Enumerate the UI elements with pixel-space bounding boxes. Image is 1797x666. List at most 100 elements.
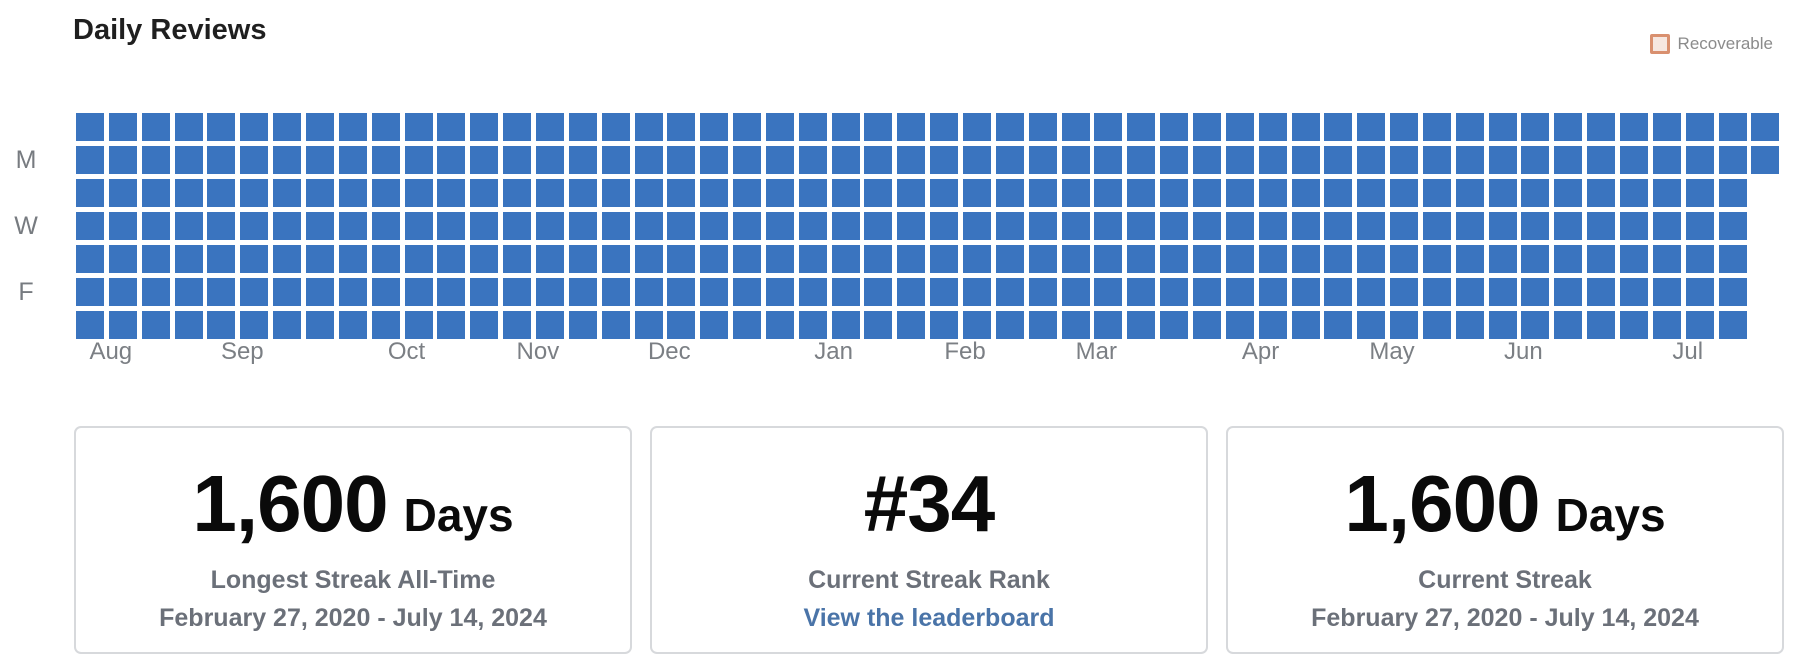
heatmap-day-cell (1061, 311, 1090, 339)
heatmap-day-cell (1225, 113, 1254, 141)
heatmap-day-cell (306, 245, 334, 273)
heatmap-day-cell (108, 146, 137, 174)
heatmap-day-cell (174, 278, 203, 306)
heatmap-day-cell (174, 311, 203, 339)
heatmap-day-cell (306, 179, 334, 207)
heatmap-day-cell (1324, 146, 1353, 174)
heatmap-day-cell (174, 113, 203, 141)
heatmap-day-cell (108, 212, 137, 240)
heatmap-day-cell (765, 278, 794, 306)
heatmap-day-cell (1160, 179, 1188, 207)
heatmap-day-cell (864, 113, 893, 141)
heatmap-day-cell (306, 311, 334, 339)
heatmap-day-cell (1685, 311, 1714, 339)
heatmap-day-cell (700, 212, 729, 240)
heatmap-day-cell (864, 179, 893, 207)
heatmap-day-cell (76, 245, 104, 273)
heatmap-day-cell (108, 113, 137, 141)
heatmap-day-cell (1751, 146, 1780, 174)
heatmap-day-cell (273, 311, 302, 339)
heatmap-day-cell (700, 245, 729, 273)
heatmap-day-cell (207, 245, 236, 273)
heatmap-day-cell (273, 212, 302, 240)
heatmap-day-cell (1455, 113, 1484, 141)
heatmap-day-cell (273, 113, 302, 141)
heatmap-day-cell (733, 179, 761, 207)
heatmap-day-cell (1455, 278, 1484, 306)
heatmap-day-cell (207, 278, 236, 306)
heatmap-day-cell (963, 311, 991, 339)
heatmap-day-cell (503, 212, 532, 240)
heatmap-day-cell (1718, 311, 1747, 339)
heatmap-day-cell (1192, 212, 1221, 240)
heatmap-day-cell (733, 113, 761, 141)
view-leaderboard-link[interactable]: View the leaderboard (652, 604, 1206, 633)
heatmap-day-cell (897, 212, 926, 240)
heatmap-day-cell (273, 278, 302, 306)
heatmap-day-cell (273, 146, 302, 174)
heatmap-day-cell (108, 278, 137, 306)
heatmap-day-cell (1192, 311, 1221, 339)
heatmap-day-cell (76, 113, 104, 141)
heatmap-day-cell (568, 179, 597, 207)
heatmap-day-cell (798, 245, 827, 273)
heatmap-day-cell (1554, 212, 1583, 240)
heatmap-day-cell (1160, 113, 1188, 141)
heatmap-day-cell (1652, 278, 1681, 306)
heatmap-day-cell (733, 278, 761, 306)
heatmap-day-cell (601, 311, 630, 339)
heatmap-day-cell (1390, 212, 1418, 240)
heatmap-day-cell (240, 278, 269, 306)
heatmap-day-cell (1225, 146, 1254, 174)
heatmap-day-cell (1291, 245, 1320, 273)
heatmap-day-cell (667, 212, 696, 240)
heatmap-day-cell (338, 311, 367, 339)
heatmap-day-cell (1094, 245, 1123, 273)
heatmap-day-cell (1028, 113, 1057, 141)
heatmap-day-cell (1620, 179, 1648, 207)
heatmap-day-cell (338, 245, 367, 273)
heatmap-day-cell (76, 311, 104, 339)
heatmap-day-cell (634, 278, 663, 306)
heatmap-day-cell (240, 212, 269, 240)
heatmap-day-cell (404, 212, 433, 240)
heatmap-day-cell (1718, 146, 1747, 174)
heatmap-day-cell (864, 278, 893, 306)
heatmap-day-cell (995, 278, 1024, 306)
heatmap-day-cell (963, 245, 991, 273)
heatmap-day-cell (141, 245, 170, 273)
heatmap-day-cell (108, 179, 137, 207)
heatmap-day-cell (1225, 311, 1254, 339)
heatmap-day-cell (864, 245, 893, 273)
heatmap-day-cell (306, 278, 334, 306)
heatmap-day-cell (1718, 212, 1747, 240)
heatmap-day-cell (1225, 179, 1254, 207)
heatmap-day-cell (1127, 146, 1156, 174)
heatmap-day-cell (371, 113, 400, 141)
recoverable-swatch-icon (1649, 34, 1670, 54)
streak-rank-number: #34 (863, 459, 995, 548)
heatmap-day-cell (667, 179, 696, 207)
heatmap-day-cell (1455, 212, 1484, 240)
heatmap-day-cell (1718, 179, 1747, 207)
streak-rank-value: #34 (652, 458, 1206, 550)
streak-rank-card: #34 Current Streak Rank View the leaderb… (650, 426, 1208, 654)
heatmap-day-cell (1587, 179, 1616, 207)
heatmap-day-cell (1521, 311, 1550, 339)
heatmap-day-cell (141, 212, 170, 240)
heatmap-day-cell (1192, 179, 1221, 207)
heatmap-day-cell (1751, 113, 1780, 141)
heatmap-day-cell (601, 278, 630, 306)
heatmap-day-cell (1357, 212, 1386, 240)
heatmap-day-cell (765, 113, 794, 141)
heatmap-day-cell (995, 311, 1024, 339)
heatmap-day-cell (700, 146, 729, 174)
heatmap-day-cell (1127, 278, 1156, 306)
heatmap-day-cell (798, 179, 827, 207)
heatmap-day-cell (1422, 212, 1451, 240)
heatmap-day-cell (864, 212, 893, 240)
heatmap-day-cell (1061, 146, 1090, 174)
heatmap-day-cell (963, 179, 991, 207)
heatmap-day-cell (1652, 179, 1681, 207)
heatmap-day-cell (503, 179, 532, 207)
